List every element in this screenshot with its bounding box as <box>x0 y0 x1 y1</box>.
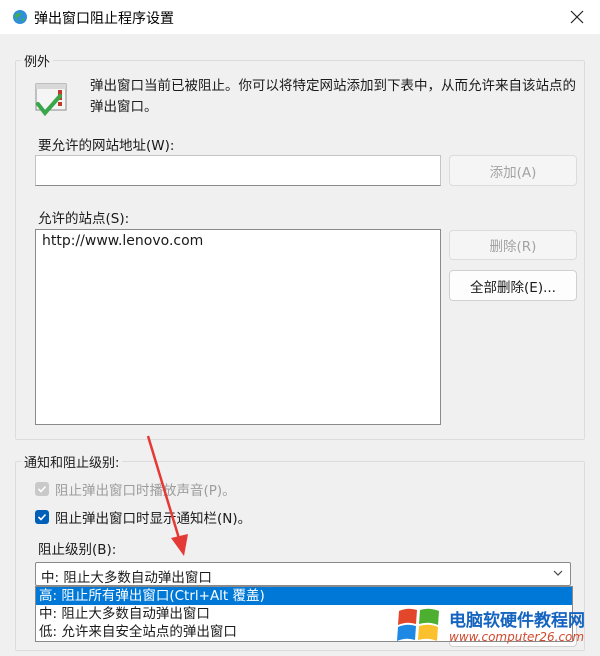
exceptions-group-label: 例外 <box>21 51 54 70</box>
show-notification-bar-label: 阻止弹出窗口时显示通知栏(N)。 <box>55 511 252 527</box>
title-bar: 弹出窗口阻止程序设置 <box>0 0 600 34</box>
popup-warning-icon <box>35 83 67 117</box>
watermark: 电脑软硬件教程网 www.computer26.com <box>395 603 595 651</box>
address-label: 要允许的网站地址(W): <box>38 138 175 154</box>
checkmark-icon <box>35 482 49 496</box>
remove-button[interactable]: 删除(R) <box>449 230 577 260</box>
blocking-level-label: 阻止级别(B): <box>38 542 117 558</box>
notifications-group-label: 通知和阻止级别: <box>21 452 123 471</box>
checkmark-icon <box>35 510 49 524</box>
play-sound-label: 阻止弹出窗口时播放声音(P)。 <box>55 483 236 499</box>
window-title: 弹出窗口阻止程序设置 <box>34 11 174 27</box>
show-notification-bar-checkbox[interactable]: 阻止弹出窗口时显示通知栏(N)。 <box>35 507 251 527</box>
watermark-title: 电脑软硬件教程网 <box>449 611 585 631</box>
chevron-down-icon <box>553 570 563 576</box>
watermark-url: www.computer26.com <box>449 630 585 644</box>
list-item[interactable]: http://www.lenovo.com <box>36 230 440 252</box>
blocking-level-select[interactable]: 中: 阻止大多数自动弹出窗口 <box>35 562 571 586</box>
remove-all-button[interactable]: 全部删除(E)... <box>449 270 577 301</box>
close-button[interactable] <box>554 0 600 34</box>
globe-icon <box>13 10 27 24</box>
play-sound-checkbox[interactable]: 阻止弹出窗口时播放声音(P)。 <box>35 479 236 499</box>
windows-logo-icon <box>397 608 439 641</box>
address-input[interactable] <box>35 155 441 186</box>
blocking-level-value: 中: 阻止大多数自动弹出窗口 <box>41 570 212 586</box>
close-icon <box>570 10 584 24</box>
add-button[interactable]: 添加(A) <box>449 155 577 186</box>
exceptions-description: 弹出窗口当前已被阻止。你可以将特定网站添加到下表中，从而允许来自该站点的弹出窗口… <box>90 78 576 115</box>
allowed-sites-list[interactable]: http://www.lenovo.com <box>35 229 441 425</box>
allowed-sites-label: 允许的站点(S): <box>38 211 130 227</box>
